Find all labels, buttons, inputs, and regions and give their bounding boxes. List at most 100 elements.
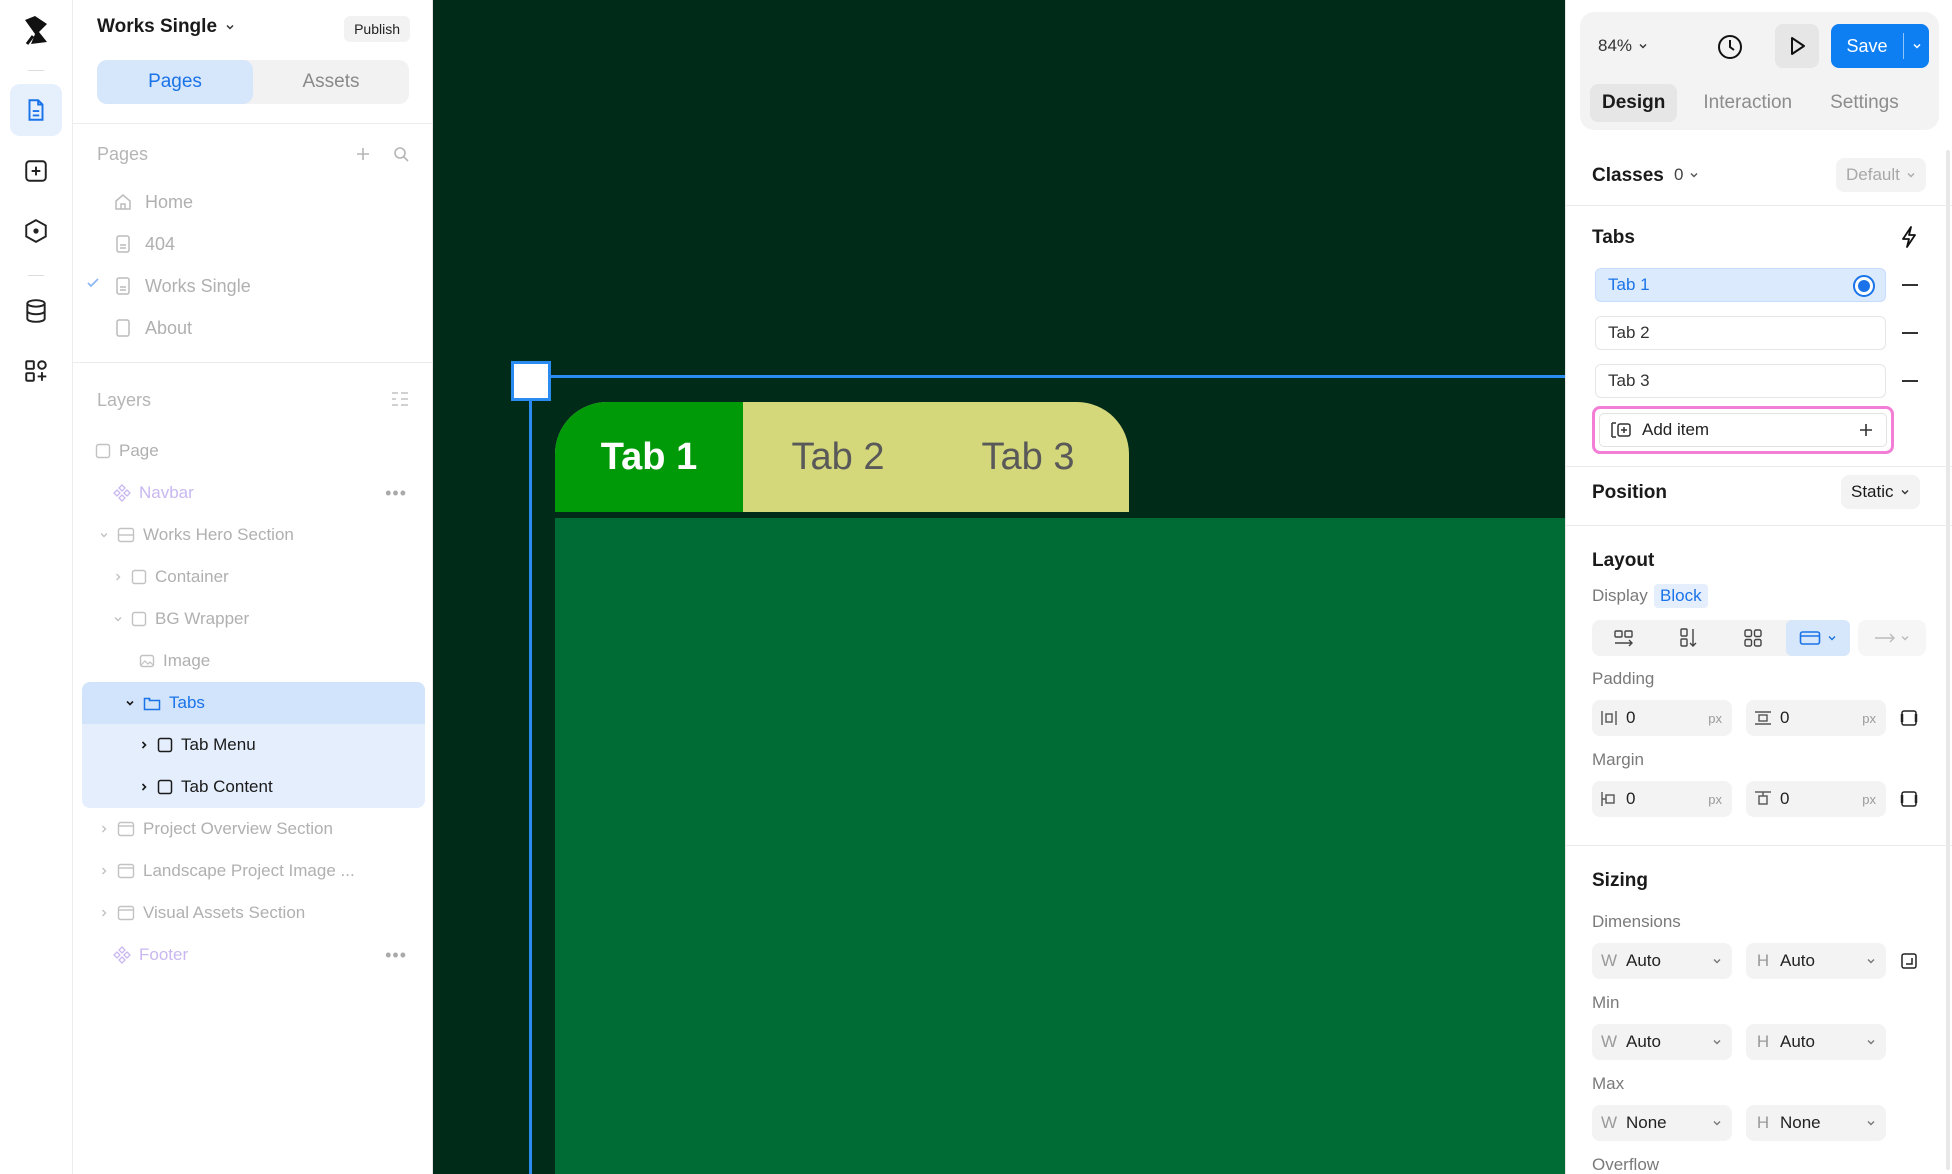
zoom-dropdown[interactable]: 84% (1598, 36, 1648, 56)
left-panel-tabs: Pages Assets (97, 60, 409, 104)
chevron-right-icon[interactable] (139, 740, 149, 750)
tab-item-2[interactable]: Tab 2 (1595, 316, 1886, 350)
layer-bg-wrapper[interactable]: BG Wrapper (73, 600, 433, 638)
panel-scrollbar[interactable] (1946, 150, 1950, 1170)
layer-page[interactable]: Page (73, 432, 433, 470)
chevron-down-icon (1828, 636, 1836, 641)
zoom-value: 84% (1598, 36, 1633, 55)
more-options-icon[interactable]: ••• (385, 483, 407, 504)
chevron-right-icon[interactable] (139, 782, 149, 792)
padding-vertical-input[interactable]: 0 px (1746, 700, 1886, 736)
chevron-right-icon[interactable] (113, 572, 123, 582)
overflow-label: Overflow (1592, 1155, 1660, 1174)
layer-tabs[interactable]: Tabs (73, 684, 433, 722)
margin-horizontal-input[interactable]: 0 px (1592, 781, 1732, 817)
tab-assets[interactable]: Assets (253, 60, 409, 104)
max-width-dropdown[interactable]: W None (1592, 1105, 1732, 1141)
tab-interaction[interactable]: Interaction (1691, 84, 1804, 122)
margin-individual-sides-icon[interactable] (1896, 786, 1922, 812)
canvas-tab-3[interactable]: Tab 3 (933, 402, 1123, 512)
history-icon[interactable] (1715, 32, 1745, 62)
lightning-icon[interactable] (1900, 226, 1918, 248)
canvas-tab-2[interactable]: Tab 2 (743, 402, 933, 512)
home-icon (115, 194, 131, 210)
canvas-tab-1[interactable]: Tab 1 (555, 402, 743, 512)
margin-vertical-input[interactable]: 0 px (1746, 781, 1886, 817)
tab-pages[interactable]: Pages (97, 60, 253, 104)
chevron-down-icon[interactable] (99, 530, 109, 540)
layer-visual-assets-section[interactable]: Visual Assets Section (73, 894, 433, 932)
margin-vertical-icon (1755, 791, 1771, 805)
add-page-icon[interactable] (354, 145, 372, 163)
tab-settings[interactable]: Settings (1818, 84, 1911, 122)
classes-count-dropdown[interactable]: 0 (1666, 158, 1707, 192)
page-item-home[interactable]: Home (113, 188, 193, 216)
flow-direction-dropdown[interactable] (1858, 620, 1926, 656)
chevron-down-icon (1907, 173, 1915, 178)
tab-item-1[interactable]: Tab 1 (1595, 268, 1886, 302)
layer-landscape-project-image[interactable]: Landscape Project Image ... (73, 852, 433, 890)
display-flex-column-button[interactable] (1657, 620, 1722, 656)
selection-handle[interactable] (511, 361, 551, 401)
remove-tab-1-icon[interactable] (1902, 284, 1918, 286)
arrow-right-icon (1875, 633, 1895, 643)
layer-navbar[interactable]: Navbar ••• (73, 474, 433, 512)
layer-image[interactable]: Image (73, 642, 433, 680)
save-button[interactable]: Save (1831, 24, 1929, 68)
chevron-right-icon[interactable] (99, 908, 109, 918)
layer-footer[interactable]: Footer ••• (73, 936, 433, 974)
width-dropdown[interactable]: W Auto (1592, 943, 1732, 979)
padding-individual-sides-icon[interactable] (1896, 705, 1922, 731)
page-item-404[interactable]: 404 (113, 230, 175, 258)
collapse-layers-icon[interactable] (390, 390, 410, 408)
project-switcher[interactable]: Works Single (97, 16, 235, 38)
apps-icon[interactable] (10, 345, 62, 397)
canvas-tab-menu[interactable]: Tab 1 Tab 2 Tab 3 (555, 402, 1129, 512)
chevron-down-icon[interactable] (113, 614, 123, 624)
database-icon[interactable] (10, 285, 62, 337)
page-item-about[interactable]: About (113, 314, 192, 342)
min-height-dropdown[interactable]: H Auto (1746, 1024, 1886, 1060)
chevron-right-icon[interactable] (99, 824, 109, 834)
padding-horizontal-input[interactable]: 0 px (1592, 700, 1732, 736)
tab-item-3[interactable]: Tab 3 (1595, 364, 1886, 398)
layer-tab-menu[interactable]: Tab Menu (73, 726, 433, 764)
pages-icon[interactable] (10, 84, 62, 136)
more-options-icon[interactable]: ••• (385, 945, 407, 966)
page-label: Home (145, 191, 194, 212)
publish-button[interactable]: Publish (344, 16, 410, 42)
chevron-right-icon[interactable] (99, 866, 109, 876)
remove-tab-2-icon[interactable] (1902, 332, 1918, 334)
display-flex-button[interactable] (1592, 620, 1657, 656)
aspect-ratio-icon[interactable] (1896, 948, 1922, 974)
min-label: Min (1592, 993, 1620, 1012)
layer-project-overview-section[interactable]: Project Overview Section (73, 810, 433, 848)
layer-tab-content[interactable]: Tab Content (73, 768, 433, 806)
flex-row-icon (1614, 630, 1634, 647)
app-logo-icon (25, 16, 47, 45)
layer-works-hero-section[interactable]: Works Hero Section (73, 516, 433, 554)
add-element-icon[interactable] (10, 145, 62, 197)
search-icon[interactable] (392, 145, 410, 163)
design-canvas[interactable]: Tab 1 Tab 2 Tab 3 (433, 0, 1565, 1174)
chevron-down-icon[interactable] (125, 698, 135, 708)
tab-design[interactable]: Design (1590, 84, 1678, 122)
active-tab-radio[interactable] (1853, 275, 1875, 297)
components-icon[interactable] (10, 205, 62, 257)
save-options-chevron-icon[interactable] (1904, 41, 1929, 51)
position-dropdown[interactable]: Static (1841, 475, 1920, 509)
display-grid-button[interactable] (1721, 620, 1786, 656)
chevron-down-icon (1639, 44, 1647, 49)
remove-tab-3-icon[interactable] (1902, 380, 1918, 382)
preview-button[interactable] (1775, 24, 1819, 68)
display-block-button[interactable] (1785, 620, 1850, 656)
max-height-dropdown[interactable]: H None (1746, 1105, 1886, 1141)
state-dropdown[interactable]: Default (1836, 158, 1926, 192)
canvas-tab-content[interactable] (555, 518, 1565, 1174)
min-width-dropdown[interactable]: W Auto (1592, 1024, 1732, 1060)
page-item-works-single[interactable]: Works Single (87, 272, 251, 300)
add-item-button[interactable]: Add item (1592, 406, 1894, 454)
display-value-badge[interactable]: Block (1654, 584, 1708, 608)
height-dropdown[interactable]: H Auto (1746, 943, 1886, 979)
layer-container[interactable]: Container (73, 558, 433, 596)
